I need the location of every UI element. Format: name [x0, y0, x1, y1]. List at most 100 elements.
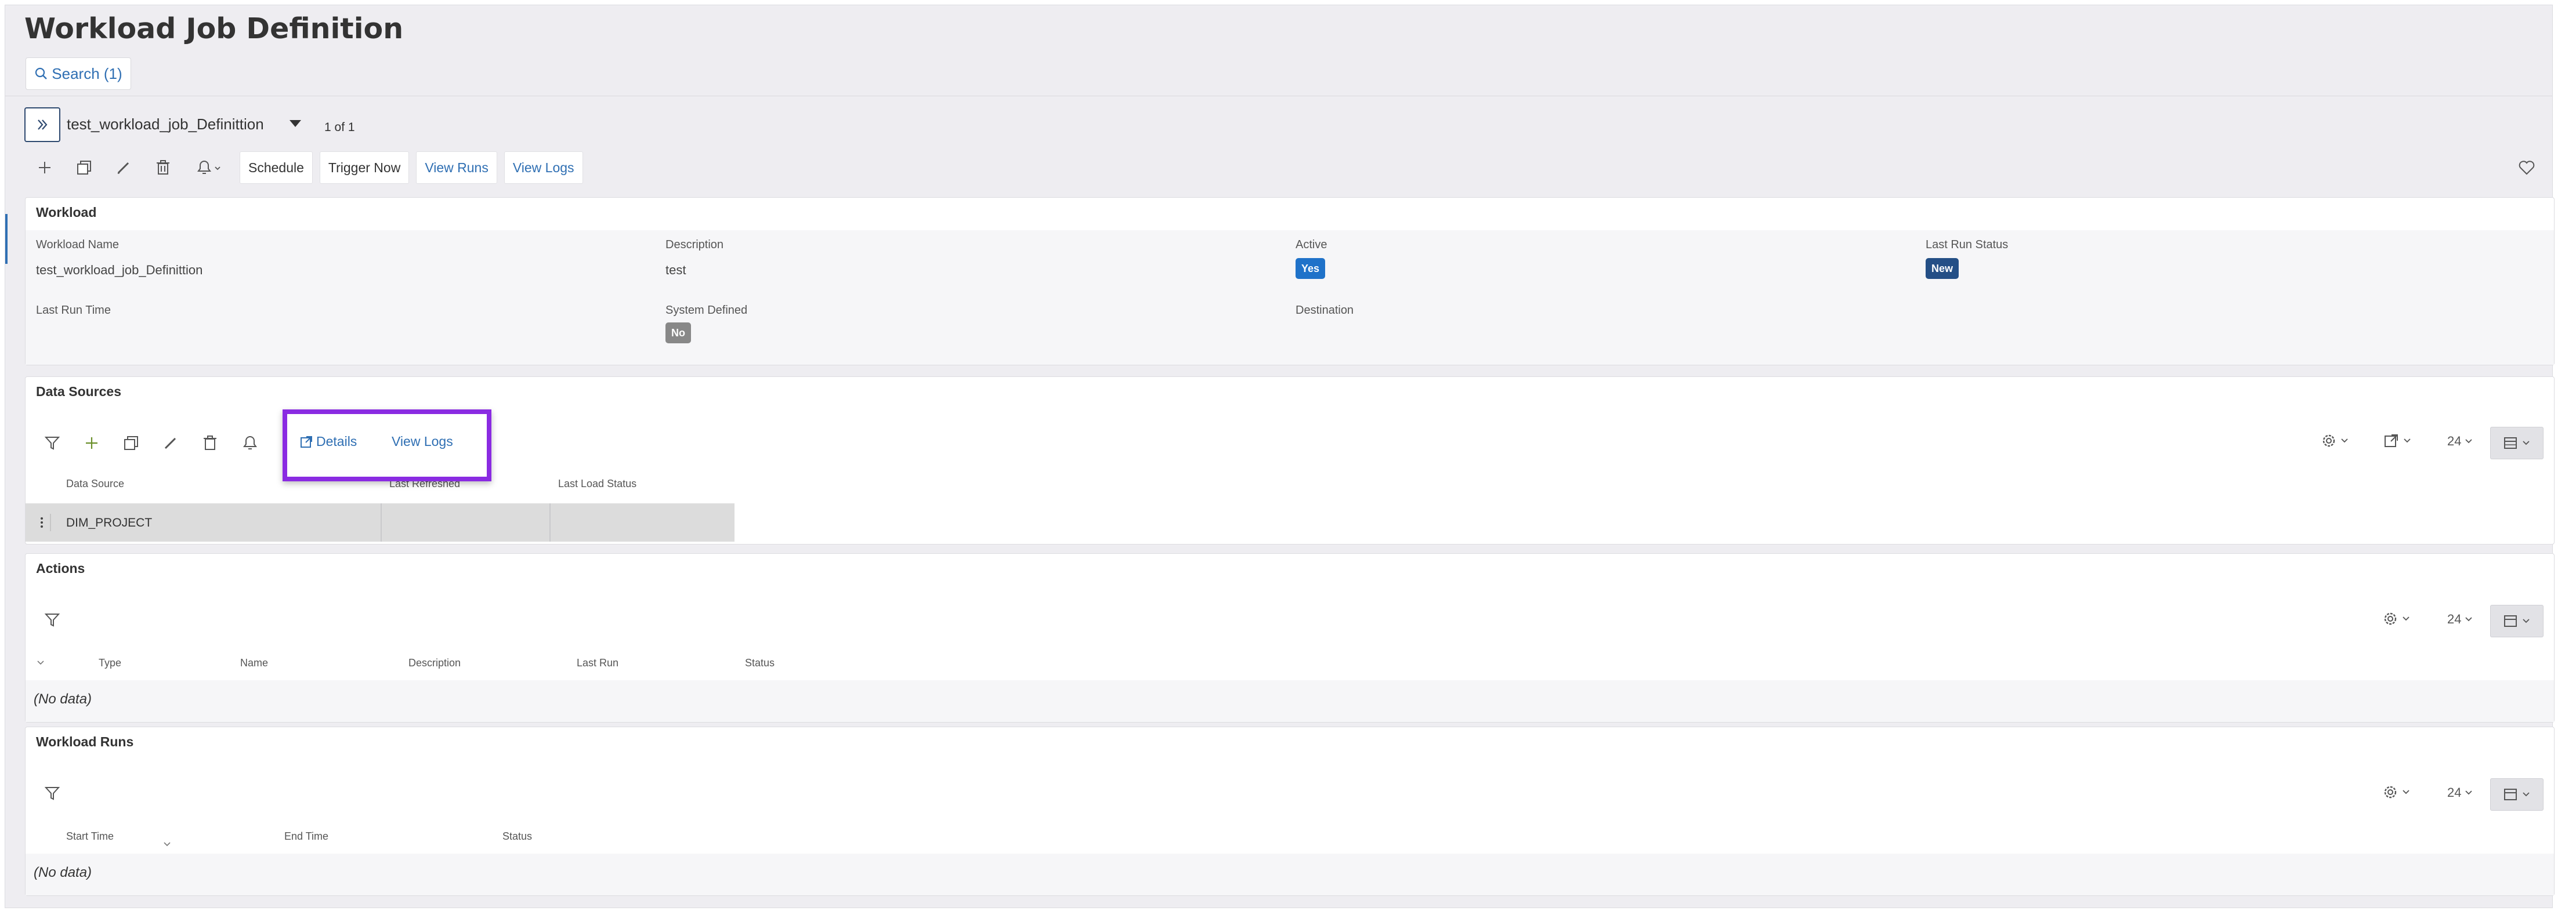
view-logs-link[interactable]: View Logs	[392, 434, 453, 449]
edit-icon[interactable]	[107, 151, 140, 184]
table-view-button[interactable]	[2490, 605, 2544, 637]
filter-icon[interactable]	[36, 777, 68, 810]
bell-icon[interactable]	[186, 151, 233, 184]
page-size-value: 24	[2447, 612, 2462, 626]
settings-menu[interactable]	[2382, 611, 2410, 627]
expand-all-chevron-icon[interactable]	[36, 659, 45, 666]
workload-runs-title: Workload Runs	[36, 734, 134, 749]
table-icon	[2504, 437, 2517, 449]
table-icon	[2504, 615, 2517, 627]
expand-list-button[interactable]	[24, 107, 60, 142]
page-size-value: 24	[2447, 434, 2462, 448]
workload-name-value: test_workload_job_Definittion	[36, 263, 203, 277]
chevron-down-icon	[2465, 439, 2473, 444]
system-defined-badge: No	[665, 322, 691, 343]
actions-title: Actions	[36, 561, 85, 576]
workload-panel: Workload Workload Name test_workload_job…	[25, 197, 2555, 365]
chevron-down-icon	[2523, 619, 2530, 623]
schedule-button[interactable]: Schedule	[240, 151, 313, 184]
favorite-heart-icon[interactable]	[2515, 156, 2538, 179]
table-icon	[2504, 789, 2517, 800]
search-icon	[35, 67, 48, 79]
last-run-status-badge: New	[1926, 258, 1959, 279]
record-title[interactable]: test_workload_job_Definittion	[67, 115, 264, 133]
search-button[interactable]: Search (1)	[26, 57, 131, 90]
sort-descending-icon[interactable]	[162, 841, 172, 848]
export-menu[interactable]	[2383, 433, 2411, 449]
gear-icon	[2384, 786, 2397, 799]
workload-fields-area	[26, 230, 2554, 365]
settings-menu[interactable]	[2321, 433, 2349, 449]
bell-icon[interactable]	[233, 427, 266, 459]
workload-runs-empty-row	[26, 854, 2554, 895]
filter-icon[interactable]	[36, 604, 68, 636]
description-value: test	[665, 263, 686, 277]
chevron-down-icon	[2404, 438, 2411, 443]
chevron-down-icon	[2523, 441, 2530, 445]
last-run-time-label: Last Run Time	[36, 304, 111, 317]
chevron-down-icon	[2465, 617, 2473, 622]
active-label: Active	[1296, 238, 1327, 251]
page-size-value: 24	[2447, 785, 2462, 800]
duplicate-icon[interactable]	[115, 427, 147, 459]
gear-icon	[2322, 434, 2335, 447]
chevron-down-icon	[2523, 792, 2530, 797]
left-accent-bar	[5, 214, 8, 264]
record-count: 1 of 1	[324, 121, 355, 134]
details-link[interactable]: Details	[300, 434, 357, 449]
view-runs-button[interactable]: View Runs	[416, 151, 497, 184]
workload-runs-no-data: (No data)	[34, 865, 92, 880]
workload-name-label: Workload Name	[36, 238, 120, 251]
filter-icon[interactable]	[36, 427, 68, 459]
actions-no-data: (No data)	[34, 691, 92, 707]
edit-icon[interactable]	[154, 427, 187, 459]
page-size-select[interactable]: 24	[2447, 434, 2473, 449]
column-header-description[interactable]: Description	[408, 657, 461, 669]
trigger-now-button[interactable]: Trigger Now	[319, 151, 410, 184]
table-view-button[interactable]	[2490, 778, 2544, 811]
workload-panel-title: Workload	[36, 205, 97, 220]
add-icon[interactable]	[28, 151, 61, 184]
open-details-icon	[301, 436, 312, 448]
record-dropdown-caret-icon[interactable]	[290, 120, 301, 127]
duplicate-icon[interactable]	[68, 151, 100, 184]
table-view-button[interactable]	[2490, 427, 2544, 459]
last-run-status-label: Last Run Status	[1926, 238, 2009, 251]
highlighted-actions-box: Details View Logs	[283, 409, 491, 481]
description-label: Description	[665, 238, 724, 251]
page-size-select[interactable]: 24	[2447, 612, 2473, 627]
export-icon	[2385, 434, 2398, 447]
column-header-type[interactable]: Type	[99, 657, 121, 669]
page-title: Workload Job Definition	[24, 12, 404, 45]
delete-icon[interactable]	[147, 151, 179, 184]
page-size-select[interactable]: 24	[2447, 785, 2473, 800]
settings-menu[interactable]	[2382, 784, 2410, 800]
column-header-data-source[interactable]: Data Source	[66, 478, 124, 490]
column-header-last-run[interactable]: Last Run	[577, 657, 618, 669]
table-row[interactable]: DIM_PROJECT	[26, 503, 735, 542]
row-menu-icon[interactable]	[34, 514, 51, 531]
actions-empty-row	[26, 680, 2554, 722]
add-icon[interactable]	[75, 427, 108, 459]
page-container: Workload Job Definition Search (1) test_…	[5, 5, 2555, 908]
data-sources-title: Data Sources	[36, 384, 122, 399]
data-sources-toolbar	[36, 427, 273, 459]
chevron-down-icon	[2465, 790, 2473, 795]
column-header-start-time[interactable]: Start Time	[66, 830, 114, 843]
column-header-status[interactable]: Status	[745, 657, 775, 669]
column-header-name[interactable]: Name	[240, 657, 268, 669]
system-defined-label: System Defined	[665, 304, 748, 317]
chevron-down-icon	[2403, 790, 2409, 794]
search-label: Search (1)	[52, 64, 122, 82]
gear-icon	[2384, 612, 2397, 625]
cell-data-source: DIM_PROJECT	[66, 516, 153, 529]
column-header-last-load-status[interactable]: Last Load Status	[558, 478, 636, 490]
destination-label: Destination	[1296, 304, 1354, 317]
chevron-down-icon	[2341, 438, 2348, 443]
double-chevron-right-icon	[38, 119, 48, 130]
view-logs-button[interactable]: View Logs	[504, 151, 583, 184]
active-badge: Yes	[1296, 258, 1326, 279]
delete-icon[interactable]	[194, 427, 226, 459]
column-header-status[interactable]: Status	[502, 830, 532, 843]
column-header-end-time[interactable]: End Time	[284, 830, 328, 843]
